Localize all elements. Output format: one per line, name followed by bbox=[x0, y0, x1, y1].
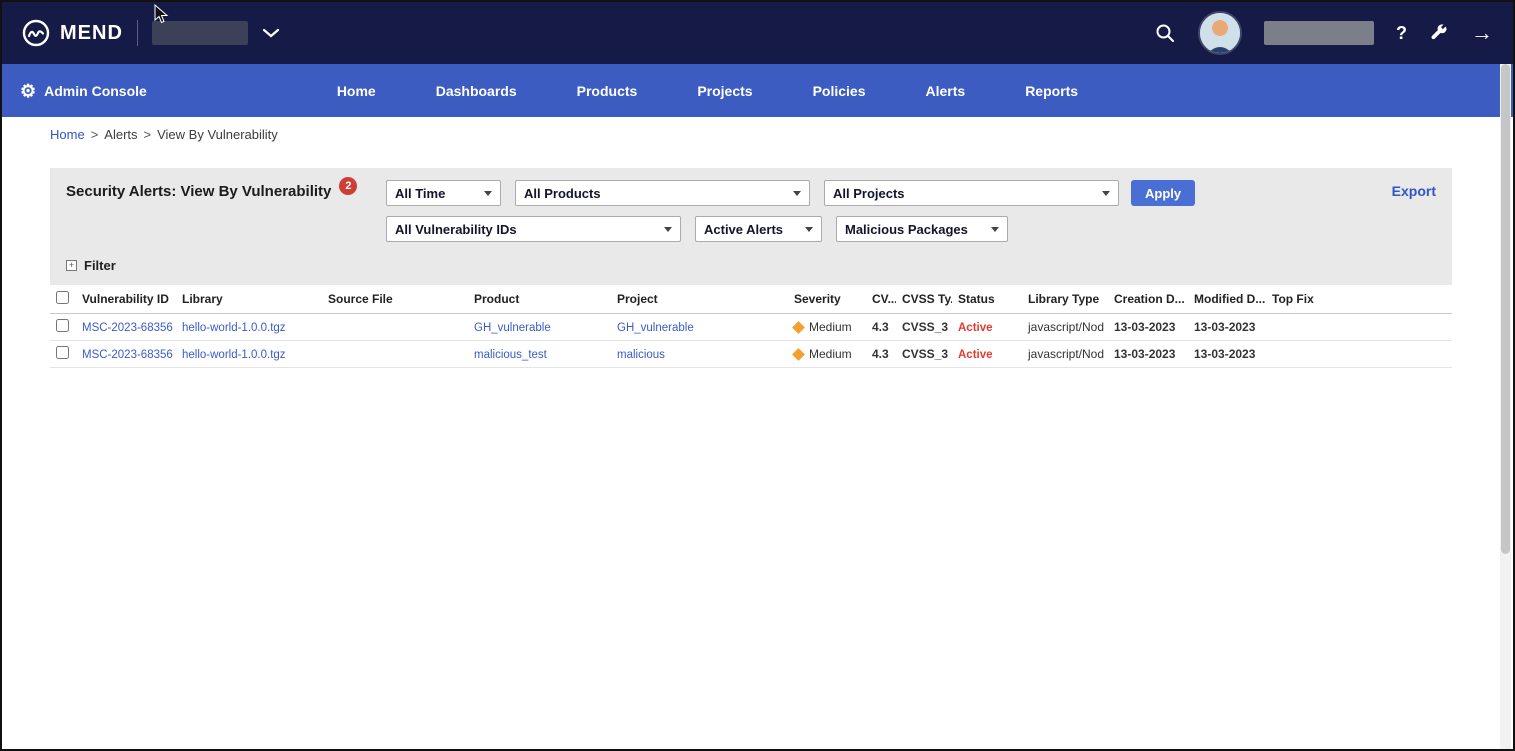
nav-item-products[interactable]: Products bbox=[547, 83, 668, 99]
source-file-cell bbox=[322, 314, 468, 341]
apply-button[interactable]: Apply bbox=[1131, 180, 1195, 206]
filter-label: Filter bbox=[84, 258, 116, 273]
nav-item-dashboards[interactable]: Dashboards bbox=[406, 83, 547, 99]
severity-label: Medium bbox=[809, 347, 852, 361]
gear-icon: ⚙ bbox=[20, 82, 36, 100]
brand: MEND bbox=[22, 19, 123, 47]
security-alerts-panel: Security Alerts: View By Vulnerability2 … bbox=[50, 168, 1452, 368]
project-link[interactable]: GH_vulnerable bbox=[617, 322, 694, 334]
source-file-cell bbox=[322, 341, 468, 368]
redacted-org-name[interactable] bbox=[152, 21, 248, 45]
nav-item-reports[interactable]: Reports bbox=[995, 83, 1108, 99]
row-checkbox[interactable] bbox=[56, 346, 69, 359]
vulnerability-id-link[interactable]: MSC-2023-68356 bbox=[82, 322, 173, 334]
column-header-severity[interactable]: Severity bbox=[788, 285, 866, 314]
breadcrumb: Home > Alerts > View By Vulnerability bbox=[2, 117, 1513, 152]
cvss-score-cell: 4.3 bbox=[866, 341, 896, 368]
breadcrumb-separator: > bbox=[91, 127, 99, 142]
scrollbar[interactable] bbox=[1500, 64, 1511, 749]
breadcrumb-alerts[interactable]: Alerts bbox=[104, 127, 137, 142]
export-link[interactable]: Export bbox=[1392, 180, 1436, 199]
column-header-source-file[interactable]: Source File bbox=[322, 285, 468, 314]
severity-medium-icon bbox=[792, 348, 805, 361]
nav-item-policies[interactable]: Policies bbox=[783, 83, 896, 99]
logout-arrow-icon[interactable]: → bbox=[1471, 22, 1493, 44]
column-header-modified-date[interactable]: Modified D... bbox=[1188, 285, 1266, 314]
alert-count-badge: 2 bbox=[339, 177, 357, 195]
expand-plus-icon[interactable]: + bbox=[66, 260, 77, 271]
column-header-project[interactable]: Project bbox=[611, 285, 788, 314]
user-avatar[interactable] bbox=[1198, 11, 1242, 55]
vulnerability-ids-filter-select[interactable]: All Vulnerability IDs bbox=[386, 216, 681, 242]
vulnerability-id-link[interactable]: MSC-2023-68356 bbox=[82, 349, 173, 361]
library-type-cell: javascript/Nod bbox=[1022, 341, 1108, 368]
modified-date-cell: 13-03-2023 bbox=[1188, 341, 1266, 368]
brand-name: MEND bbox=[60, 22, 123, 45]
org-chevron-down-icon[interactable] bbox=[262, 28, 280, 38]
creation-date-cell: 13-03-2023 bbox=[1108, 314, 1188, 341]
product-link[interactable]: GH_vulnerable bbox=[474, 322, 551, 334]
top-bar: MEND ? bbox=[2, 2, 1513, 64]
table-row: MSC-2023-68356 hello-world-1.0.0.tgz GH_… bbox=[50, 314, 1452, 341]
select-all-checkbox[interactable] bbox=[56, 291, 69, 304]
library-type-cell: javascript/Nod bbox=[1022, 314, 1108, 341]
admin-console-label: Admin Console bbox=[44, 83, 147, 99]
breadcrumb-separator: > bbox=[144, 127, 152, 142]
column-header-status[interactable]: Status bbox=[952, 285, 1022, 314]
project-link[interactable]: malicious bbox=[617, 349, 665, 361]
nav-item-home[interactable]: Home bbox=[307, 83, 406, 99]
modified-date-cell: 13-03-2023 bbox=[1188, 314, 1266, 341]
redacted-user-name bbox=[1264, 21, 1374, 45]
top-fix-cell bbox=[1266, 341, 1452, 368]
creation-date-cell: 13-03-2023 bbox=[1108, 341, 1188, 368]
mend-logo-icon bbox=[22, 19, 50, 47]
time-filter-select[interactable]: All Time bbox=[386, 180, 501, 206]
severity-label: Medium bbox=[809, 320, 852, 334]
cvss-type-cell: CVSS_3 bbox=[896, 341, 952, 368]
page-title: Security Alerts: View By Vulnerability bbox=[66, 183, 331, 200]
panel-header: Security Alerts: View By Vulnerability2 … bbox=[50, 168, 1452, 285]
column-header-creation-date[interactable]: Creation D... bbox=[1108, 285, 1188, 314]
main-nav: ⚙ Admin Console Home Dashboards Products… bbox=[2, 64, 1513, 117]
alerts-table: Vulnerability ID Library Source File Pro… bbox=[50, 285, 1452, 368]
severity-medium-icon bbox=[792, 321, 805, 334]
row-checkbox[interactable] bbox=[56, 319, 69, 332]
nav-items: Home Dashboards Products Projects Polici… bbox=[307, 83, 1108, 99]
products-filter-select[interactable]: All Products bbox=[515, 180, 810, 206]
cvss-score-cell: 4.3 bbox=[866, 314, 896, 341]
table-header-row: Vulnerability ID Library Source File Pro… bbox=[50, 285, 1452, 314]
projects-filter-select[interactable]: All Projects bbox=[824, 180, 1119, 206]
column-header-product[interactable]: Product bbox=[468, 285, 611, 314]
column-header-top-fix[interactable]: Top Fix bbox=[1266, 285, 1452, 314]
help-icon[interactable]: ? bbox=[1396, 23, 1407, 44]
column-header-library[interactable]: Library bbox=[176, 285, 322, 314]
table-row: MSC-2023-68356 hello-world-1.0.0.tgz mal… bbox=[50, 341, 1452, 368]
top-fix-cell bbox=[1266, 314, 1452, 341]
admin-console[interactable]: ⚙ Admin Console bbox=[20, 82, 147, 100]
library-link[interactable]: hello-world-1.0.0.tgz bbox=[182, 349, 286, 361]
scrollbar-thumb[interactable] bbox=[1501, 64, 1510, 554]
column-header-cvss-type[interactable]: CVSS Ty... bbox=[896, 285, 952, 314]
column-header-library-type[interactable]: Library Type bbox=[1022, 285, 1108, 314]
alert-type-filter-select[interactable]: Malicious Packages bbox=[836, 216, 1008, 242]
column-header-cvss-score[interactable]: CV... bbox=[866, 285, 896, 314]
nav-item-projects[interactable]: Projects bbox=[667, 83, 782, 99]
topbar-divider bbox=[137, 20, 138, 46]
search-icon[interactable] bbox=[1154, 22, 1176, 44]
nav-item-alerts[interactable]: Alerts bbox=[896, 83, 996, 99]
status-badge: Active bbox=[958, 349, 993, 361]
wrench-icon[interactable] bbox=[1429, 23, 1449, 43]
cvss-type-cell: CVSS_3 bbox=[896, 314, 952, 341]
app-window: MEND ? bbox=[0, 0, 1515, 751]
product-link[interactable]: malicious_test bbox=[474, 349, 547, 361]
status-badge: Active bbox=[958, 322, 993, 334]
column-header-vulnerability-id[interactable]: Vulnerability ID bbox=[76, 285, 176, 314]
alert-status-filter-select[interactable]: Active Alerts bbox=[695, 216, 822, 242]
breadcrumb-current: View By Vulnerability bbox=[157, 127, 278, 142]
filter-toggle[interactable]: + Filter bbox=[66, 258, 1436, 273]
breadcrumb-home[interactable]: Home bbox=[50, 127, 85, 142]
library-link[interactable]: hello-world-1.0.0.tgz bbox=[182, 322, 286, 334]
